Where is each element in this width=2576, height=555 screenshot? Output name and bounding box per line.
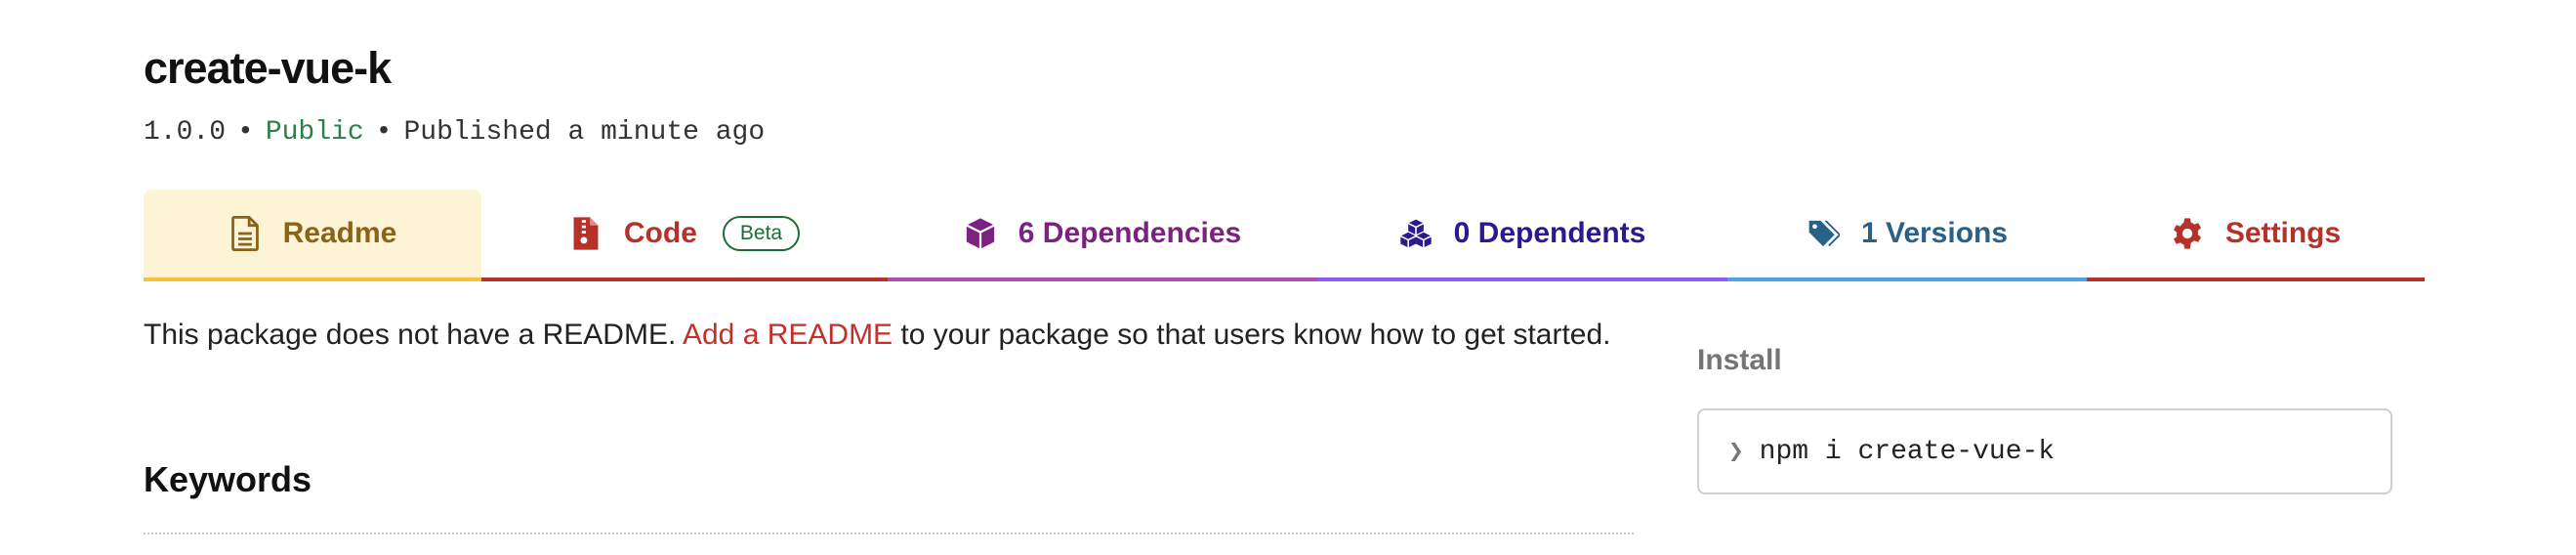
install-command-box[interactable]: ❯ npm i create-vue-k [1697, 408, 2392, 494]
tab-label: 0 Dependents [1453, 217, 1646, 249]
tab-readme[interactable]: Readme [144, 190, 481, 281]
separator: • [237, 117, 254, 148]
beta-badge: Beta [722, 216, 801, 251]
separator: • [375, 117, 393, 148]
install-label: Install [1697, 344, 1782, 376]
tab-label: Code [623, 217, 697, 249]
tab-settings[interactable]: Settings [2087, 190, 2425, 281]
tab-label: 1 Versions [1860, 217, 2009, 249]
zip-file-icon [569, 216, 602, 251]
published-time: Published a minute ago [403, 117, 766, 148]
readme-notice-suffix: to your package so that users know how t… [900, 319, 1611, 351]
tab-label: Readme [282, 217, 397, 249]
package-version: 1.0.0 [144, 117, 227, 148]
keywords-heading: Keywords [144, 459, 312, 499]
tab-label: 6 Dependencies [1018, 217, 1242, 249]
add-readme-link[interactable]: Add a README [683, 319, 893, 351]
box-icon [964, 216, 997, 251]
prompt-icon: ❯ [1728, 437, 1744, 467]
gear-icon [2171, 216, 2204, 251]
tab-versions[interactable]: 1 Versions [1727, 190, 2087, 281]
tab-dependents[interactable]: 0 Dependents [1317, 190, 1727, 281]
visibility-badge: Public [265, 117, 364, 148]
package-tabs: Readme Code Beta 6 Dependencies 0 Depend… [144, 190, 2425, 281]
tags-icon [1807, 216, 1840, 251]
tab-code[interactable]: Code Beta [481, 190, 888, 281]
readme-notice-prefix: This package does not have a README. [144, 319, 677, 351]
cubes-icon [1399, 216, 1433, 251]
divider [144, 533, 1634, 534]
package-title: create-vue-k [144, 43, 392, 93]
file-icon [229, 216, 262, 251]
tab-label: Settings [2224, 217, 2342, 249]
install-command[interactable]: npm i create-vue-k [1760, 437, 2055, 467]
readme-notice: This package does not have a README. Add… [144, 319, 1611, 352]
package-meta: 1.0.0 • Public • Published a minute ago [144, 117, 765, 148]
tab-dependencies[interactable]: 6 Dependencies [888, 190, 1317, 281]
